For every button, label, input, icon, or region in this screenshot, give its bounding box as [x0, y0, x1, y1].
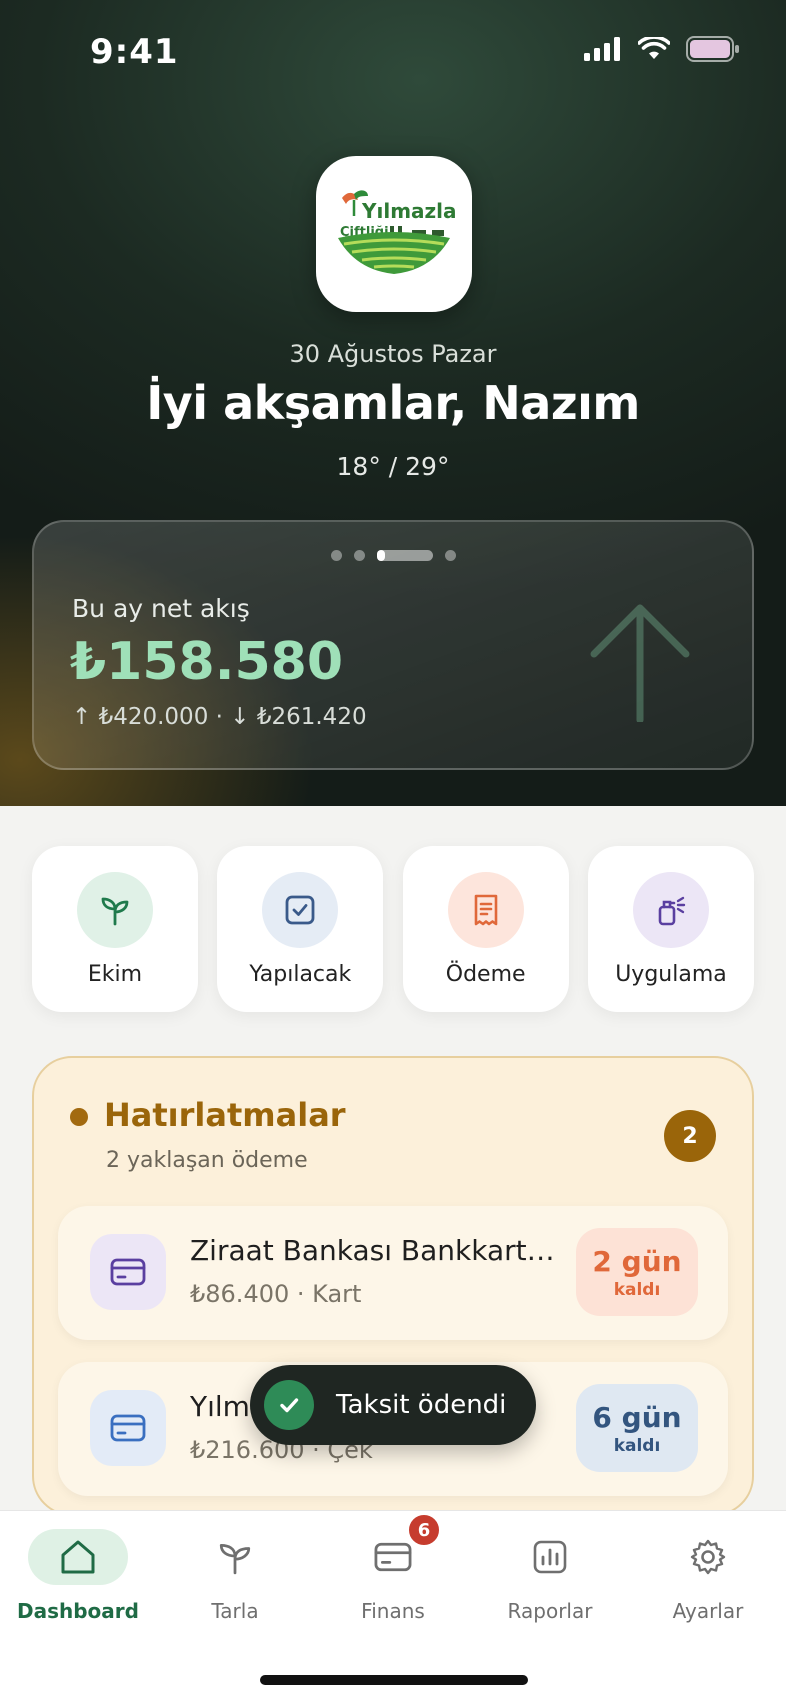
sprout-icon — [185, 1529, 285, 1585]
farm-logo: Yılmazlar Çiftliği — [316, 156, 472, 312]
card-icon: 6 — [343, 1513, 443, 1585]
net-flow-card[interactable]: Bu ay net akış ₺158.580 ↑ ₺420.000 · ↓ ₺… — [32, 520, 754, 770]
reminders-title: Hatırlatmalar — [104, 1096, 346, 1134]
chart-icon — [500, 1529, 600, 1585]
quick-action-label: Ödeme — [445, 962, 526, 987]
net-flow-label: Bu ay net akış — [72, 594, 250, 623]
days-left-badge: 6 gün kaldı — [576, 1384, 698, 1472]
tab-raporlar[interactable]: Raporlar — [485, 1529, 615, 1639]
arrow-up-icon — [590, 604, 690, 722]
logo-wordmark-line1: Yılmazlar — [361, 199, 456, 223]
quick-action-label: Ekim — [87, 962, 143, 987]
days-left-label: kaldı — [613, 1279, 661, 1300]
home-indicator[interactable] — [260, 1675, 528, 1685]
quick-action-odeme[interactable]: Ödeme — [402, 846, 569, 1012]
status-bar: 9:41 — [0, 0, 786, 100]
reminders-status-dot — [70, 1108, 88, 1126]
pager-dot[interactable] — [330, 550, 342, 561]
carousel-pager[interactable] — [34, 550, 752, 561]
tab-label: Finans — [361, 1599, 425, 1623]
days-left-badge: 2 gün kaldı — [576, 1228, 698, 1316]
bottom-tab-bar: Dashboard Tarla 6 Finans Raporlar Ayarla… — [0, 1510, 786, 1704]
card-icon — [90, 1390, 166, 1466]
toast-notification[interactable]: Taksit ödendi — [250, 1365, 536, 1445]
hero-header: 9:41 Yılmazlar Çiftliği 30 Ağustos Pazar… — [0, 0, 786, 806]
card-icon — [90, 1234, 166, 1310]
reminder-item[interactable]: Ziraat Bankası Bankkart B... ₺86.400 · K… — [58, 1206, 728, 1340]
current-date: 30 Ağustos Pazar — [289, 340, 497, 368]
quick-action-uygulama[interactable]: Uygulama — [587, 846, 754, 1012]
weather-range: 18° / 29° — [336, 452, 450, 481]
reminder-name: Ziraat Bankası Bankkart B... — [190, 1234, 560, 1267]
reminders-count-badge: 2 — [664, 1110, 716, 1162]
net-flow-amount: ₺158.580 — [70, 632, 344, 692]
status-icons — [584, 36, 740, 62]
pager-dot[interactable] — [444, 550, 456, 561]
checkmark-icon — [264, 1380, 314, 1430]
wifi-icon — [638, 37, 670, 59]
reminders-subtitle: 2 yaklaşan ödeme — [106, 1148, 308, 1173]
tab-dashboard[interactable]: Dashboard — [13, 1529, 143, 1639]
cellular-signal-icon — [584, 37, 620, 61]
tab-label: Ayarlar — [672, 1599, 744, 1623]
gear-icon — [658, 1529, 758, 1585]
quick-action-label: Uygulama — [615, 962, 727, 987]
pager-dot[interactable] — [353, 550, 365, 561]
quick-actions: Ekim Yapılacak Ödeme Uygulama — [32, 846, 754, 1012]
tab-label: Raporlar — [507, 1599, 593, 1623]
checkbox-icon — [262, 872, 339, 948]
home-icon — [28, 1529, 128, 1585]
tab-ayarlar[interactable]: Ayarlar — [643, 1529, 773, 1639]
tab-tarla[interactable]: Tarla — [170, 1529, 300, 1639]
greeting: İyi akşamlar, Nazım — [146, 376, 640, 430]
quick-action-yapilacak[interactable]: Yapılacak — [217, 846, 384, 1012]
receipt-icon — [447, 872, 524, 948]
tab-label: Tarla — [211, 1599, 259, 1623]
farm-logo-image: Yılmazlar Çiftliği — [338, 190, 456, 274]
reminder-meta: ₺86.400 · Kart — [190, 1280, 362, 1308]
reminders-card[interactable]: Hatırlatmalar 2 yaklaşan ödeme 2 Ziraat … — [32, 1056, 754, 1516]
quick-action-ekim[interactable]: Ekim — [32, 846, 198, 1012]
quick-action-label: Yapılacak — [249, 962, 352, 987]
battery-icon — [686, 36, 739, 62]
tab-finans[interactable]: 6 Finans — [328, 1513, 458, 1639]
toast-message: Taksit ödendi — [336, 1390, 507, 1420]
tab-label: Dashboard — [17, 1599, 139, 1623]
days-left-label: kaldı — [613, 1435, 661, 1456]
sprout-icon — [77, 872, 153, 948]
pager-dot-active[interactable] — [376, 550, 433, 561]
sprayer-icon — [632, 872, 709, 948]
status-time: 9:41 — [90, 32, 179, 72]
net-flow-breakdown: ↑ ₺420.000 · ↓ ₺261.420 — [72, 704, 367, 730]
days-left-value: 2 gün — [592, 1244, 682, 1278]
days-left-value: 6 gün — [592, 1400, 682, 1434]
finans-notification-badge: 6 — [407, 1513, 441, 1547]
